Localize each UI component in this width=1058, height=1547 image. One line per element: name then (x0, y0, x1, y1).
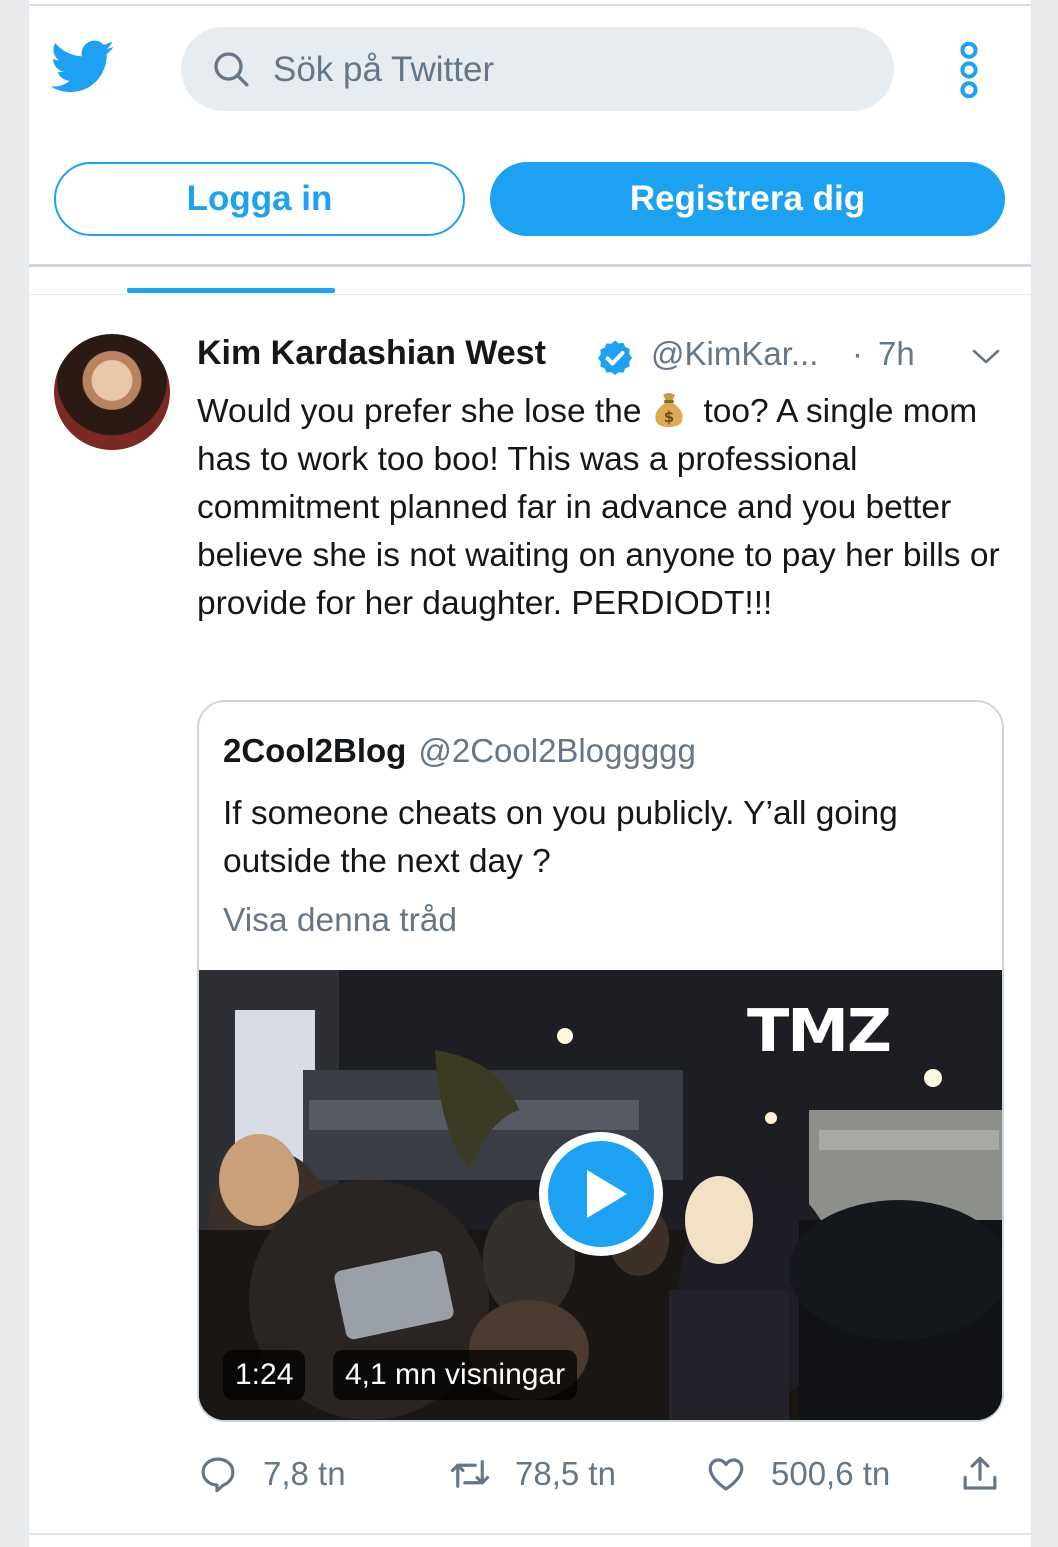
page: Logga in Registrera dig Kim Kardashian W… (28, 0, 1032, 1547)
reply-count: 7,8 tn (263, 1455, 346, 1492)
svg-text:$: $ (664, 408, 674, 426)
avatar[interactable] (54, 334, 170, 450)
play-button-icon[interactable] (535, 1128, 667, 1260)
video-views-badge: 4,1 mn visningar (333, 1350, 578, 1400)
signup-button[interactable]: Registrera dig (490, 162, 1005, 236)
tweet-bottom-divider (29, 1533, 1031, 1535)
chevron-down-icon[interactable] (971, 346, 1001, 368)
quoted-tweet-header: 2Cool2Blog @2Cool2Bloggggg (223, 732, 696, 770)
author-handle[interactable]: @KimKar... (651, 335, 818, 373)
quoted-author-name: 2Cool2Blog (223, 732, 407, 769)
retweet-button[interactable]: 78,5 tn (449, 1448, 616, 1500)
quoted-tweet-text: If someone cheats on you publicly. Y’all… (223, 795, 898, 880)
search-input[interactable] (271, 37, 855, 103)
retweet-icon (450, 1460, 490, 1488)
like-button[interactable]: 500,6 tn (705, 1448, 890, 1500)
share-icon (963, 1456, 997, 1490)
more-vertical-icon[interactable] (952, 42, 986, 98)
heart-icon (708, 1458, 744, 1491)
meta-separator: · (852, 335, 863, 372)
quoted-author-handle: @2Cool2Bloggggg (418, 732, 696, 769)
search-icon (214, 52, 249, 87)
active-tab-indicator (127, 288, 335, 293)
tweet-text: Would you prefer she lose the $ too? A s… (197, 388, 1017, 628)
money-bag-emoji-icon: $ (655, 393, 684, 427)
tweet-text-part-1: Would you prefer she lose the (197, 393, 642, 430)
share-button[interactable] (959, 1448, 1001, 1500)
like-count: 500,6 tn (771, 1455, 891, 1492)
show-thread-link[interactable]: Visa denna tråd (223, 902, 457, 940)
tweet-actions: 7,8 tn 78,5 tn 500,6 tn (197, 1448, 1017, 1500)
reply-button[interactable]: 7,8 tn (197, 1448, 346, 1500)
video-player[interactable]: TMZ 1:24 4,1 mn visningar (199, 970, 1002, 1420)
header-divider (29, 264, 1031, 267)
tweet-timestamp[interactable]: 7h (878, 335, 915, 373)
top-divider (29, 4, 1031, 6)
tweet-header: Kim Kardashian West @KimKar... · 7h (197, 334, 1017, 380)
tmz-watermark: TMZ (747, 995, 892, 1066)
login-button[interactable]: Logga in (54, 162, 465, 236)
twitter-bird-icon[interactable] (51, 40, 115, 94)
quoted-tweet[interactable]: 2Cool2Blog @2Cool2Bloggggg If someone che… (197, 700, 1004, 1422)
verified-badge-icon (598, 340, 632, 375)
video-duration-badge: 1:24 (223, 1350, 306, 1400)
timeline-divider (29, 294, 1031, 295)
search-bar[interactable] (181, 27, 894, 111)
reply-icon (201, 1457, 235, 1493)
retweet-count: 78,5 tn (515, 1455, 616, 1492)
author-name[interactable]: Kim Kardashian West (197, 334, 546, 373)
